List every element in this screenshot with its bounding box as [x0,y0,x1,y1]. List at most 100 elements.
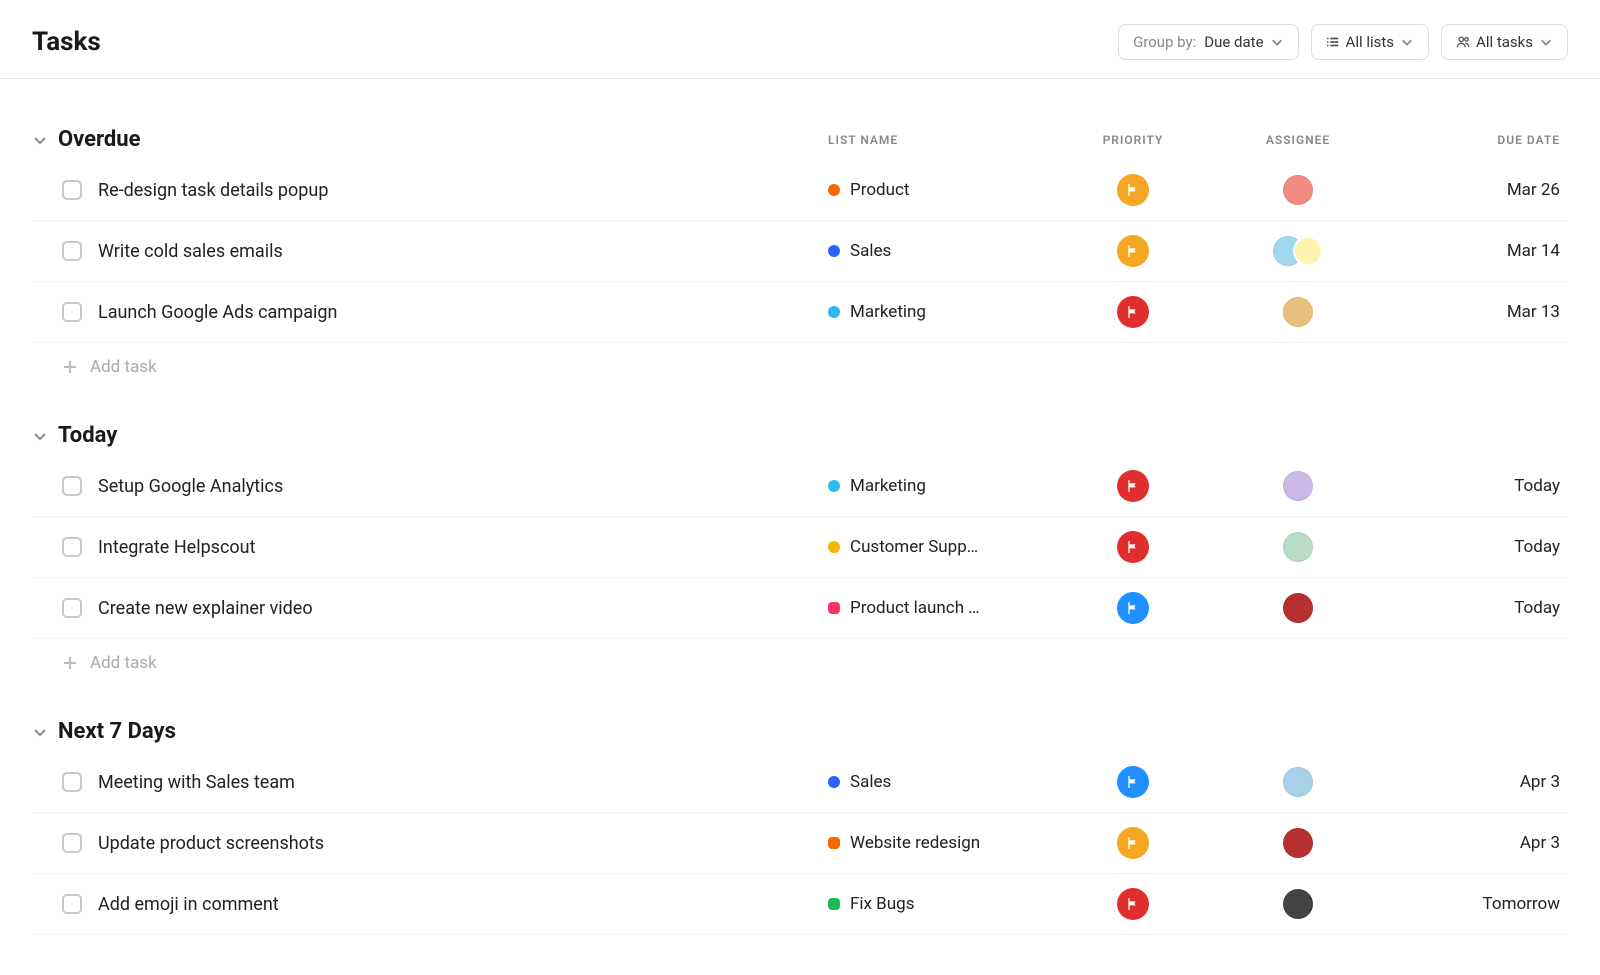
task-priority[interactable] [1058,531,1208,563]
group-header: OverdueLIST NAMEPRIORITYASSIGNEEDUE DATE [32,119,1568,160]
chevron-down-icon [1539,35,1553,49]
task-checkbox[interactable] [62,598,82,618]
column-header-assignee: ASSIGNEE [1208,133,1388,147]
flag-icon [1117,174,1149,206]
task-list[interactable]: Customer Supp… [828,537,1058,557]
list-color-dot [828,541,840,553]
task-due-date[interactable]: Apr 3 [1388,772,1568,792]
flag-icon [1117,531,1149,563]
avatar [1283,889,1313,919]
task-title: Write cold sales emails [98,241,283,262]
add-task-button[interactable]: Add task [32,343,1568,391]
task-row[interactable]: Add emoji in comment Fix Bugs Tomorrow [32,874,1568,935]
task-assignee[interactable] [1208,297,1388,327]
task-list-name: Sales [850,772,891,792]
task-row[interactable]: Setup Google AnalyticsMarketingToday [32,456,1568,517]
task-due-date[interactable]: Mar 13 [1388,302,1568,322]
task-title-wrap: Meeting with Sales team [62,772,828,793]
task-list[interactable]: Sales [828,241,1058,261]
task-assignee[interactable] [1208,889,1388,919]
task-priority[interactable] [1058,235,1208,267]
task-priority[interactable] [1058,296,1208,328]
plus-icon [62,655,78,671]
task-assignee[interactable] [1208,593,1388,623]
task-assignee[interactable] [1208,828,1388,858]
task-priority[interactable] [1058,592,1208,624]
task-row[interactable]: Integrate HelpscoutCustomer Supp…Today [32,517,1568,578]
task-list[interactable]: Marketing [828,476,1058,496]
group-toggle[interactable]: Overdue [32,127,828,152]
task-row[interactable]: Meeting with Sales team Sales Apr 3 [32,752,1568,813]
list-color-dot [828,245,840,257]
task-title-wrap: Re-design task details popup [62,180,828,201]
tasks-filter-label: All tasks [1476,33,1533,51]
avatar [1293,236,1323,266]
task-row[interactable]: Re-design task details popup Product Mar 2… [32,160,1568,221]
task-title: Re-design task details popup [98,180,328,201]
task-row[interactable]: Create new explainer video Product launch… [32,578,1568,639]
task-due-date[interactable]: Tomorrow [1388,894,1568,914]
task-due-date[interactable]: Apr 3 [1388,833,1568,853]
task-priority[interactable] [1058,766,1208,798]
group-toggle[interactable]: Next 7 Days [32,719,828,744]
task-title: Update product screenshots [98,833,324,854]
task-assignee[interactable] [1208,236,1388,266]
group-by-dropdown[interactable]: Group by: Due date [1118,24,1298,60]
task-due-date[interactable]: Today [1388,537,1568,557]
task-title: Add emoji in comment [98,894,279,915]
add-task-button[interactable]: Add task [32,639,1568,687]
list-color-dot [828,306,840,318]
task-assignee[interactable] [1208,532,1388,562]
task-assignee[interactable] [1208,767,1388,797]
task-list-name: Fix Bugs [850,894,914,914]
list-color-dot [828,480,840,492]
flag-icon [1117,888,1149,920]
task-row[interactable]: Update product screenshots Website redesi… [32,813,1568,874]
task-checkbox[interactable] [62,302,82,322]
task-group: OverdueLIST NAMEPRIORITYASSIGNEEDUE DATE… [32,119,1568,391]
task-priority[interactable] [1058,888,1208,920]
task-checkbox[interactable] [62,537,82,557]
task-list[interactable]: Fix Bugs [828,894,1058,914]
task-row[interactable]: Launch Google Ads campaignMarketingMar 1… [32,282,1568,343]
header-controls: Group by: Due date All lists All tasks [1118,24,1568,60]
task-priority[interactable] [1058,174,1208,206]
task-assignee[interactable] [1208,471,1388,501]
task-row[interactable]: Write cold sales emails Sales Mar 14 [32,221,1568,282]
list-color-dot [828,776,840,788]
task-priority[interactable] [1058,470,1208,502]
task-list[interactable]: Sales [828,772,1058,792]
task-checkbox[interactable] [62,772,82,792]
task-checkbox[interactable] [62,476,82,496]
task-list[interactable]: Product launch … [828,598,1058,618]
chevron-down-icon [32,428,48,444]
group-title: Next 7 Days [58,719,176,744]
task-list-name: Sales [850,241,891,261]
task-checkbox[interactable] [62,833,82,853]
task-checkbox[interactable] [62,241,82,261]
task-list[interactable]: Website redesign [828,833,1058,853]
task-checkbox[interactable] [62,894,82,914]
list-color-dot [828,184,840,196]
task-list-name: Product launch … [850,598,980,618]
tasks-filter-dropdown[interactable]: All tasks [1441,24,1568,60]
group-by-label: Group by: [1133,33,1196,51]
task-due-date[interactable]: Mar 26 [1388,180,1568,200]
avatar [1283,767,1313,797]
flag-icon [1117,766,1149,798]
task-due-date[interactable]: Today [1388,476,1568,496]
task-assignee[interactable] [1208,175,1388,205]
task-due-date[interactable]: Today [1388,598,1568,618]
task-priority[interactable] [1058,827,1208,859]
task-list[interactable]: Marketing [828,302,1058,322]
task-list-name: Marketing [850,476,926,496]
person-icon [1456,35,1470,49]
task-title-wrap: Add emoji in comment [62,894,828,915]
group-toggle[interactable]: Today [32,423,828,448]
task-due-date[interactable]: Mar 14 [1388,241,1568,261]
task-groups: OverdueLIST NAMEPRIORITYASSIGNEEDUE DATE… [0,79,1600,975]
task-list[interactable]: Product [828,180,1058,200]
task-title: Create new explainer video [98,598,313,619]
task-checkbox[interactable] [62,180,82,200]
lists-filter-dropdown[interactable]: All lists [1311,24,1430,60]
